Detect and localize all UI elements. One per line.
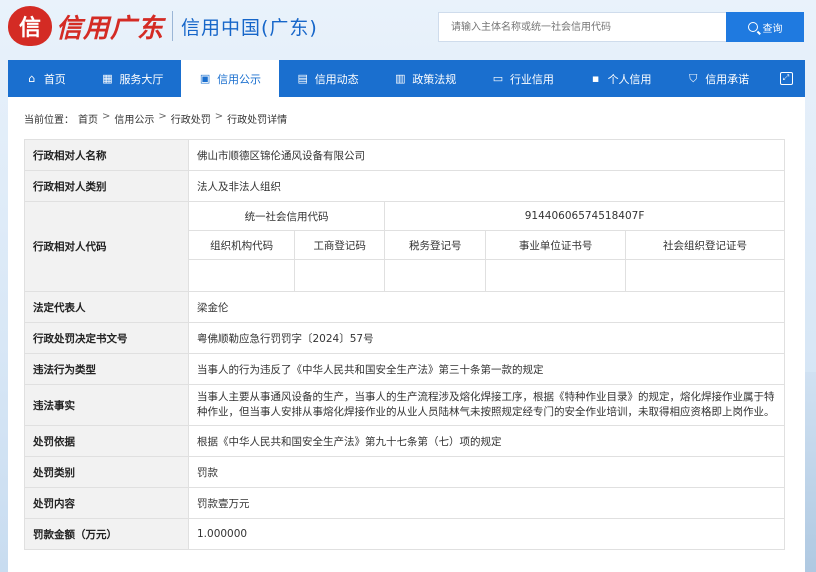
party-name-value: 佛山市顺德区锦伦通风设备有限公司 [188,139,785,171]
home-icon: ⌂ [28,72,36,85]
doc-no-label: 行政处罚决定书文号 [24,322,189,354]
document-icon: ▤ [297,72,308,85]
nav-label: 行业信用 [509,72,554,86]
nav-item-industry-credit[interactable]: ▭ 行业信用 [474,60,572,97]
penalty-content-value: 罚款壹万元 [188,487,785,519]
search-bar: 查询 [438,12,804,42]
amount-value: 1.000000 [188,518,785,550]
violation-facts-value: 当事人主要从事通风设备的生产，当事人的生产流程涉及熔化焊接工序，根据《特种作业目… [188,384,785,426]
penalty-detail-table: 行政相对人名称 佛山市顺德区锦伦通风设备有限公司 行政相对人类别 法人及非法人组… [24,139,785,550]
table-row: 法定代表人 梁金伦 [24,291,785,323]
breadcrumb-penalty[interactable]: 行政处罚 [171,111,211,126]
search-input[interactable] [438,12,726,42]
search-icon [747,22,758,32]
business-reg-value [294,259,386,292]
nav-label: 首页 [43,72,66,86]
inbox-icon: ▣ [199,72,211,85]
nav-label: 信用承诺 [705,72,750,86]
penalty-type-value: 罚款 [188,456,785,488]
nav-item-credit-news[interactable]: ▤ 信用动态 [279,60,377,97]
id-card-icon: ▪ [591,72,600,85]
basis-value: 根据《中华人民共和国安全生产法》第九十七条第（七）项的规定 [188,425,785,457]
breadcrumb-credit-publicity[interactable]: 信用公示 [114,111,154,126]
violation-type-value: 当事人的行为违反了《中华人民共和国安全生产法》第三十条第一款的规定 [188,353,785,385]
social-org-header: 社会组织登记证号 [625,230,785,260]
legal-rep-value: 梁金伦 [188,291,785,323]
violation-type-label: 违法行为类型 [24,353,189,385]
breadcrumb: 当前位置： 首页 > 信用公示 > 行政处罚 > 行政处罚详情 [24,111,287,126]
nav-item-credit-commitment[interactable]: ⛉ 信用承诺 [669,60,767,97]
uscc-value: 91440606574518407F [384,201,785,231]
nav-expand-button[interactable]: ⤢ [767,60,805,97]
nav-item-service-hall[interactable]: ▦ 服务大厅 [84,60,182,97]
search-button[interactable]: 查询 [726,12,804,42]
violation-facts-label: 违法事实 [24,384,189,426]
breadcrumb-separator: > [102,111,111,122]
main-nav: ⌂ 首页 ▦ 服务大厅 ▣ 信用公示 ▤ 信用动态 ▥ 政策法规 ▭ 行业信用 … [8,60,805,97]
main-content: 当前位置： 首页 > 信用公示 > 行政处罚 > 行政处罚详情 行政相对人名称 … [8,97,805,572]
amount-label: 罚款金额（万元） [24,518,189,550]
party-code-label: 行政相对人代码 [24,201,189,292]
search-button-label: 查询 [762,23,783,35]
breadcrumb-prefix: 当前位置： [24,115,74,126]
nav-label: 信用动态 [314,72,359,86]
table-row: 罚款金额（万元） 1.000000 [24,518,785,550]
logo-script: 信用广东 [56,13,165,44]
table-row: 处罚类别 罚款 [24,456,785,488]
site-name: 信用中国(广东) [181,16,318,39]
table-row: 行政相对人类别 法人及非法人组织 [24,170,785,202]
logo-divider [172,11,174,41]
table-row: 处罚内容 罚款壹万元 [24,487,785,519]
table-row: 处罚依据 根据《中华人民共和国安全生产法》第九十七条第（七）项的规定 [24,425,785,457]
table-row: 行政相对人名称 佛山市顺德区锦伦通风设备有限公司 [24,139,785,171]
header: 信 信用广东 信用中国(广东) 查询 [0,0,816,56]
uscc-label: 统一社会信用代码 [187,201,386,231]
grid-icon: ▦ [102,72,113,85]
party-type-label: 行政相对人类别 [24,170,189,202]
site-logo[interactable]: 信 信用广东 信用中国(广东) [8,6,318,46]
table-row: 行政相对人代码 统一社会信用代码 91440606574518407F [24,201,785,292]
logo-mark: 信 [8,6,52,46]
table-row: 行政处罚决定书文号 粤佛顺勒应急行罚罚字〔2024〕57号 [24,322,785,354]
social-org-value [625,259,785,292]
nav-item-credit-publicity[interactable]: ▣ 信用公示 [181,60,279,97]
nav-label: 政策法规 [412,72,457,86]
breadcrumb-separator: > [158,111,167,122]
nav-label: 信用公示 [217,72,262,86]
nav-label: 服务大厅 [119,72,164,86]
expand-icon: ⤢ [779,72,793,85]
penalty-content-label: 处罚内容 [24,487,189,519]
party-name-label: 行政相对人名称 [24,139,189,171]
doc-no-value: 粤佛顺勒应急行罚罚字〔2024〕57号 [188,322,785,354]
shield-icon: ⛉ [689,71,698,85]
org-code-value [187,259,296,292]
institution-cert-value [485,259,627,292]
basis-label: 处罚依据 [24,425,189,457]
book-icon: ▥ [395,72,406,85]
penalty-type-label: 处罚类别 [24,456,189,488]
breadcrumb-home[interactable]: 首页 [78,111,98,126]
org-code-header: 组织机构代码 [187,230,296,260]
business-reg-header: 工商登记码 [294,230,386,260]
monitor-icon: ▭ [492,72,504,85]
breadcrumb-current: 行政处罚详情 [227,115,288,126]
nav-item-policy[interactable]: ▥ 政策法规 [377,60,475,97]
tax-reg-value [384,259,487,292]
breadcrumb-separator: > [214,111,224,122]
table-row: 违法事实 当事人主要从事通风设备的生产，当事人的生产流程涉及熔化焊接工序，根据《… [24,384,785,426]
tax-reg-header: 税务登记号 [384,230,487,260]
institution-cert-header: 事业单位证书号 [485,230,627,260]
nav-item-personal-credit[interactable]: ▪ 个人信用 [572,60,670,97]
party-type-value: 法人及非法人组织 [188,170,785,202]
table-row: 违法行为类型 当事人的行为违反了《中华人民共和国安全生产法》第三十条第一款的规定 [24,353,785,385]
nav-label: 个人信用 [607,72,652,86]
legal-rep-label: 法定代表人 [24,291,189,323]
nav-item-home[interactable]: ⌂ 首页 [8,60,84,97]
